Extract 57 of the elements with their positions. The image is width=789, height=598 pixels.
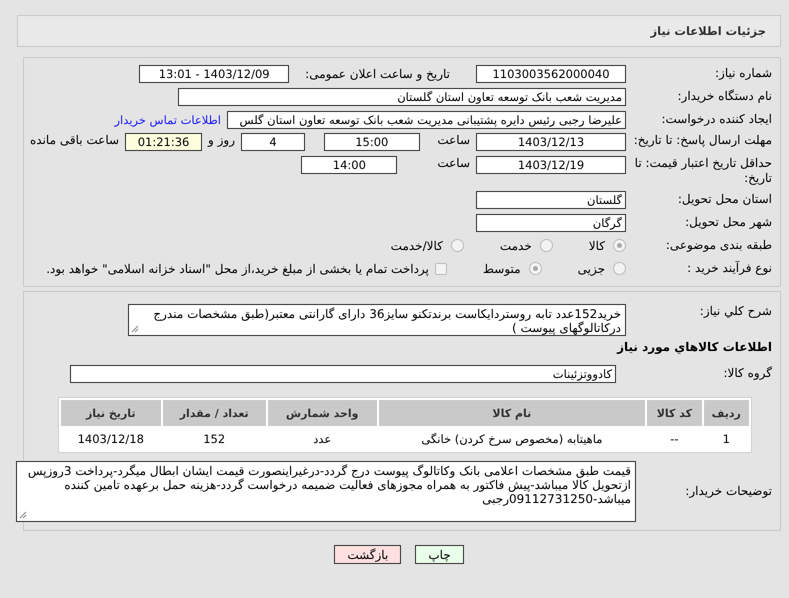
back-button[interactable]: بازگشت [334, 545, 402, 564]
province-field: گلستان [476, 190, 626, 208]
radio-label: کالا/خدمت [390, 238, 443, 252]
field-label: طبقه بندی موضوعی: [664, 238, 772, 253]
city-field: گرگان [476, 214, 626, 232]
description-label: شرح کلي نياز: [698, 304, 772, 319]
radio-label: متوسط [482, 262, 521, 276]
column-header: تاریخ نیاز [61, 400, 161, 426]
radio-label: خدمت [500, 238, 532, 252]
radio-button[interactable] [528, 262, 542, 275]
page-header: جزئیات اطلاعات نیاز [17, 15, 781, 47]
radio-button[interactable] [613, 262, 626, 275]
days-field: 4 [241, 133, 306, 151]
field-label: شهر محل تحویل: [684, 215, 772, 230]
column-header: واحد شمارش [268, 400, 377, 426]
date-field: 1403/12/13 [476, 133, 626, 151]
field-label: شماره نیاز: [714, 66, 772, 81]
payment-note: پرداخت تمام یا بخشی از مبلغ خرید،از محل "اسناد خزانه اسلامی" خواهد بود. [46, 262, 429, 276]
column-header: تعداد / مقدار [162, 400, 266, 426]
field-label: ایجاد کننده درخواست: [660, 112, 772, 127]
field-label: حداقل تاریخ اعتبار قیمت: تا تاریخ: [634, 156, 772, 186]
resize-grip-icon[interactable] [19, 511, 27, 519]
checkbox[interactable] [434, 262, 447, 274]
buyer-notes-field[interactable]: قیمت طبق مشخصات اعلامی بانک وکاتالوگ پیوست درج گردد-درغیراینصورت قیمت ایشان ابطال میگرد-پرداخت 3روزپس ازتحویل کالا میباشد-پیش فاکتور به همراه مجوزهای فعالیت ضمیمه درخواست گردد-هزینه حمل برعهده تامین کننده میباشد-09112731250رجبی [16, 461, 636, 522]
radio-button[interactable] [450, 239, 464, 252]
announce-date-field: 1403/12/09 - 13:01 [139, 64, 290, 82]
radio-button[interactable] [540, 239, 553, 252]
description-field[interactable]: خرید152عدد تابه روستردایکاست برندتکنو سایز36 دارای گارانتی معتبر(طبق مشخصات مندرج درکاتالوگهای پیوست ) [128, 304, 626, 336]
time-field: 15:00 [324, 133, 420, 151]
section-heading: اطلاعات كالاهاي مورد نياز [616, 340, 772, 354]
field-label: استان محل تحویل: [676, 192, 772, 207]
field-label: گروه کالا: [722, 366, 772, 381]
field-label: نام دستگاه خریدار: [676, 89, 772, 104]
radio-label: کالا [588, 238, 605, 252]
column-header: ردیف [704, 400, 749, 426]
date-field: 1403/12/19 [476, 156, 626, 174]
resize-grip-icon[interactable] [131, 325, 139, 333]
field-label: ساعت [437, 133, 470, 147]
field-label: ساعت باقی مانده [30, 133, 120, 147]
print-button[interactable]: چاپ [415, 545, 464, 564]
column-header: کد کالا [647, 400, 702, 426]
contact-link[interactable]: اطلاعات تماس خریدار [114, 112, 221, 126]
field-label: مهلت ارسال پاسخ: تا تاریخ: [632, 133, 772, 148]
field-label: تاریخ و ساعت اعلان عمومی: [305, 66, 450, 80]
buyer-org-field: مدیریت شعب بانک توسعه تعاون استان گلستان [178, 88, 626, 106]
goods-group-field: کادووتزئینات [70, 364, 616, 382]
time-field: 14:00 [301, 156, 398, 174]
field-label: ساعت [437, 156, 470, 170]
notes-label: توضیحات خریدار: [684, 484, 772, 499]
radio-button[interactable] [613, 239, 626, 252]
need-number-field: 1103003562000040 [476, 64, 626, 82]
field-label: نوع فرآیند خرید : [686, 261, 772, 276]
radio-label: جزیی [578, 262, 605, 276]
requester-field: علیرضا رجبی رئیس دایره پشتیبانی مدیریت شعب بانک توسعه تعاون استان گلس [227, 110, 626, 128]
column-header: نام کالا [378, 400, 646, 426]
remaining-time-field: 01:21:36 [125, 133, 202, 151]
field-label: روز و [208, 133, 236, 147]
